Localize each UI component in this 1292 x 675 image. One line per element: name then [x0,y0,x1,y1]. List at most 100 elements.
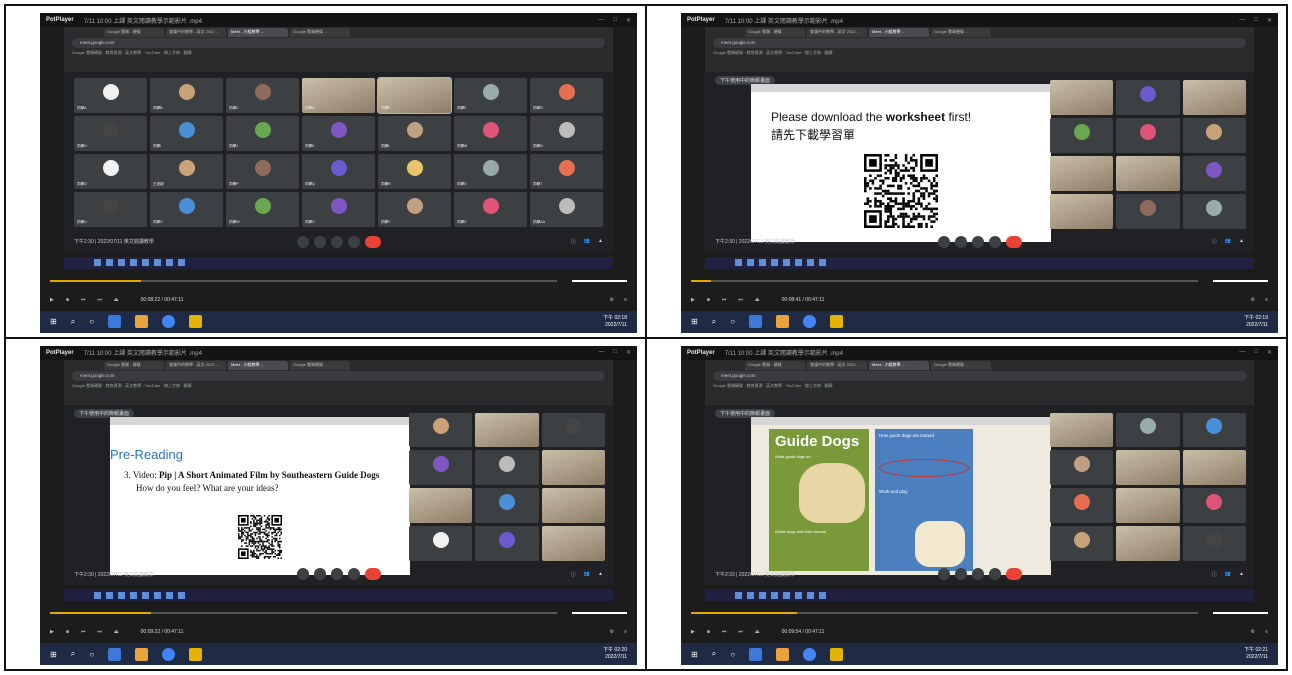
participant-tile[interactable] [475,488,539,524]
hangup-button[interactable] [1005,235,1022,248]
browser-tab[interactable]: Google 雲端 - 硬碟 [104,28,164,37]
present-button[interactable] [330,235,343,248]
participant-tile[interactable] [1050,117,1114,153]
folder-icon[interactable] [135,315,149,328]
bookmarks-bar[interactable]: Google 雲端硬碟 · 教育資源 · 英文教學 · YouTube · 線上… [64,49,613,57]
participant-tile[interactable] [1182,80,1246,115]
maximize-icon[interactable]: □ [613,349,617,356]
participant-tile[interactable]: 同學C [226,78,299,113]
browser-tab[interactable]: Meet - 小組教學 ... [869,28,929,37]
seek-bar[interactable] [681,607,1278,619]
browser-tab[interactable]: Google 雲端硬碟 ... [290,28,350,37]
participant-tile[interactable] [409,488,473,524]
activities-icon[interactable]: ▲ [598,238,603,245]
participant-tile[interactable] [541,450,605,486]
activities-icon[interactable]: ▲ [1239,571,1244,578]
participant-tile[interactable] [1116,80,1180,115]
browser-tab[interactable]: Google 雲端 - 硬碟 [745,28,805,37]
prev-icon[interactable]: ⏮ [81,629,86,635]
volume-slider[interactable] [1213,279,1268,282]
browser-tab[interactable]: Meet - 小組教學 ... [228,28,288,37]
camera-button[interactable] [954,235,967,248]
participant-tile[interactable] [1116,488,1180,524]
participant-tile[interactable] [409,412,473,448]
people-icon[interactable]: 👥 [584,571,590,578]
search-icon[interactable]: ⌕ [712,317,716,327]
settings-icon[interactable]: ⚙ [610,297,614,303]
settings-icon[interactable]: ⚙ [610,629,614,635]
participant-tile[interactable] [1050,155,1114,191]
prev-icon[interactable]: ⏮ [722,297,727,303]
taskview-icon[interactable]: ○ [730,650,735,659]
bookmarks-bar[interactable]: Google 雲端硬碟 · 教育資源 · 英文教學 · YouTube · 線上… [705,49,1254,57]
info-icon[interactable]: ⓘ [1212,571,1217,578]
mic-button[interactable] [937,235,950,248]
next-icon[interactable]: ⏭ [97,297,102,303]
app-icon[interactable] [189,315,203,328]
chrome-icon[interactable] [162,315,176,328]
participant-tile[interactable]: 同學AA [530,191,603,227]
mic-button[interactable] [296,235,309,248]
stop-icon[interactable]: ■ [66,297,69,303]
present-button[interactable] [330,568,343,580]
participant-tile[interactable]: 同學I [150,115,223,151]
eject-icon[interactable]: ⏏ [114,297,119,303]
hangup-button[interactable] [364,568,381,580]
mic-button[interactable] [296,568,309,580]
participant-tile[interactable]: 同學Y [378,191,451,227]
more-button[interactable] [988,235,1001,248]
stop-icon[interactable]: ■ [66,629,69,635]
folder-icon[interactable] [776,315,790,328]
maximize-icon[interactable]: □ [1254,17,1258,24]
participant-tile[interactable] [1182,488,1246,524]
present-button[interactable] [971,568,984,580]
app-icon[interactable] [108,315,122,328]
bookmarks-bar[interactable]: Google 雲端硬碟 · 教育資源 · 英文教學 · YouTube · 線上… [705,382,1254,390]
bookmarks-bar[interactable]: Google 雲端硬碟 · 教育資源 · 英文教學 · YouTube · 線上… [64,382,613,390]
close-icon[interactable]: ✕ [1267,17,1272,24]
mic-button[interactable] [937,568,950,580]
playlist-icon[interactable]: ≡ [1265,297,1268,303]
participant-tile[interactable] [1116,412,1180,448]
volume-slider[interactable] [572,279,627,282]
maximize-icon[interactable]: □ [1254,349,1258,356]
participant-tile[interactable]: 同學E [377,77,452,114]
participant-tile[interactable]: 同學T [530,153,603,189]
activities-icon[interactable]: ▲ [1239,238,1244,245]
browser-tab[interactable]: 會議中的教學 - 英文 2022 ... [166,360,226,370]
camera-button[interactable] [313,235,326,248]
participant-tile[interactable]: 同學N [530,115,603,151]
participant-tile[interactable]: 同學D [302,78,375,113]
participant-tile[interactable]: 同學V [150,191,223,227]
info-icon[interactable]: ⓘ [571,571,576,578]
camera-button[interactable] [313,568,326,580]
participant-tile[interactable]: 同學U [74,191,147,227]
browser-tab[interactable]: 會議中的教學 - 英文 2022 ... [807,360,867,370]
participant-tile[interactable] [1116,526,1180,561]
next-icon[interactable]: ⏭ [738,297,743,303]
search-icon[interactable]: ⌕ [71,649,75,659]
chrome-icon[interactable] [803,647,817,661]
playlist-icon[interactable]: ≡ [624,297,627,303]
browser-tab[interactable]: Google 雲端 - 硬碟 [745,360,805,370]
participant-tile[interactable] [541,526,605,561]
participant-tile[interactable] [1182,412,1246,448]
participant-tile[interactable] [541,488,605,524]
app-icon[interactable] [830,647,844,661]
start-icon[interactable]: ⊞ [691,317,698,326]
app-icon[interactable] [830,315,844,328]
start-icon[interactable]: ⊞ [50,650,57,659]
start-icon[interactable]: ⊞ [691,650,698,659]
participant-tile[interactable] [1050,80,1114,115]
address-bar[interactable]: meet.google.com [72,38,605,48]
participant-tile[interactable] [409,526,473,561]
chrome-icon[interactable] [803,315,817,328]
stop-icon[interactable]: ■ [707,297,710,303]
seek-bar[interactable] [40,275,637,287]
slide-toolbar[interactable] [751,84,1051,92]
browser-tab[interactable]: Meet - 小組教學 ... [228,360,288,370]
app-icon[interactable] [749,647,763,661]
participant-tile[interactable] [541,412,605,448]
close-icon[interactable]: ✕ [626,349,631,356]
settings-icon[interactable]: ⚙ [1251,297,1255,303]
